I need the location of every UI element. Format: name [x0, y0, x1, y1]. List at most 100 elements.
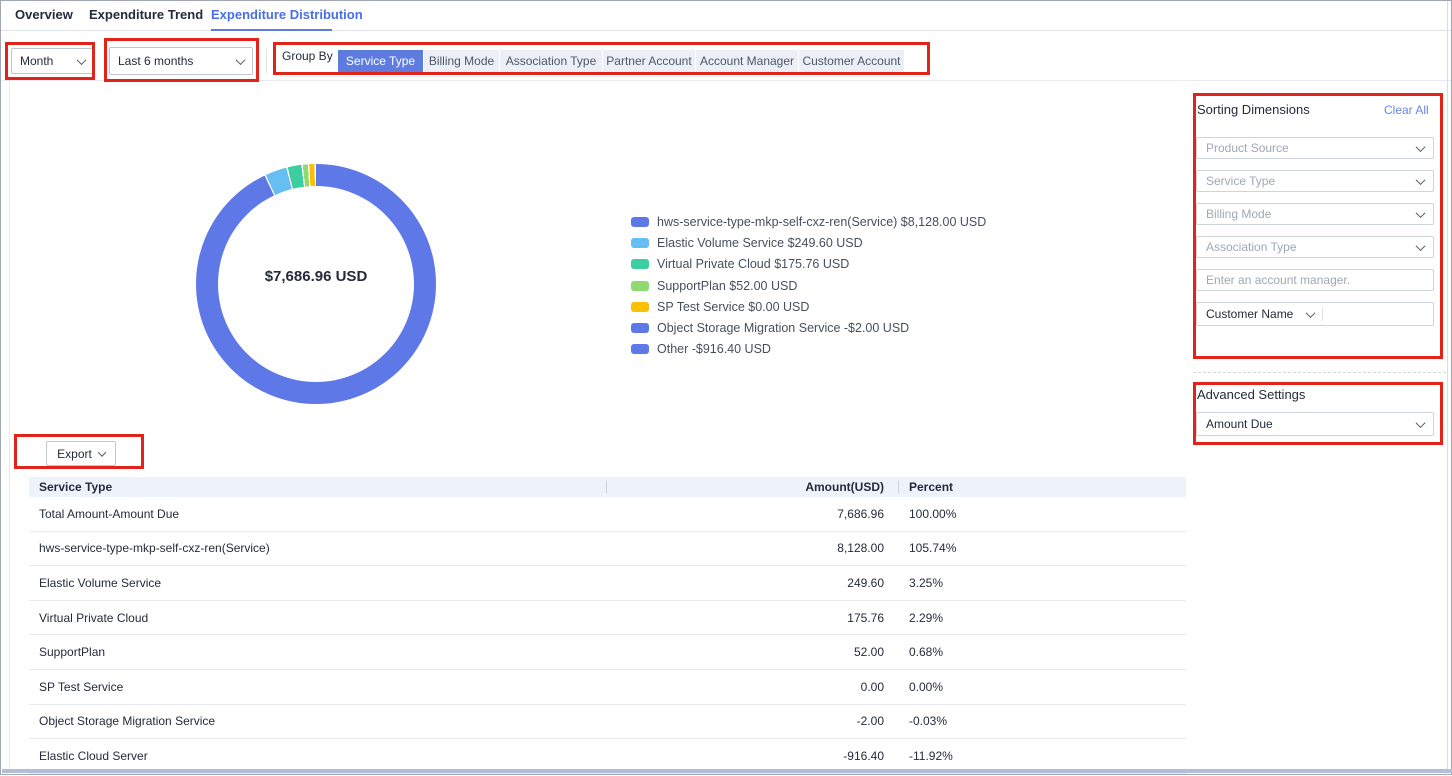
chart-legend: hws-service-type-mkp-self-cxz-ren(Servic…	[631, 211, 986, 360]
cell-percent: 105.74%	[884, 541, 1084, 555]
legend-item[interactable]: Other -$916.40 USD	[631, 339, 986, 360]
legend-label: SP Test Service $0.00 USD	[657, 300, 809, 314]
filter-divider	[266, 49, 267, 73]
legend-swatch	[631, 344, 649, 354]
legend-swatch	[631, 238, 649, 248]
cell-amount: 0.00	[616, 680, 884, 694]
table-row[interactable]: Elastic Cloud Server -916.40 -11.92%	[29, 739, 1186, 774]
tab-bar: Overview Expenditure Trend Expenditure D…	[1, 1, 1451, 31]
cell-service-type: hws-service-type-mkp-self-cxz-ren(Servic…	[29, 541, 616, 555]
cell-service-type: SP Test Service	[29, 680, 616, 694]
legend-label: SupportPlan $52.00 USD	[657, 279, 797, 293]
chevron-down-icon	[77, 55, 87, 65]
legend-item[interactable]: SupportPlan $52.00 USD	[631, 275, 986, 296]
cycle-select[interactable]: Month	[11, 48, 94, 74]
date-range-select[interactable]: Last 6 months	[109, 47, 253, 75]
donut-chart[interactable]: $7,686.96 USD	[196, 164, 436, 404]
amount-type-value: Amount Due	[1206, 417, 1273, 431]
legend-swatch	[631, 281, 649, 291]
legend-swatch	[631, 302, 649, 312]
legend-item[interactable]: hws-service-type-mkp-self-cxz-ren(Servic…	[631, 211, 986, 232]
group-option-association-type[interactable]: Association Type	[500, 50, 602, 72]
scrollbar-track-edge[interactable]	[1447, 1, 1448, 776]
cell-service-type: Elastic Volume Service	[29, 576, 616, 590]
panel-separator	[1193, 372, 1446, 373]
legend-label: hws-service-type-mkp-self-cxz-ren(Servic…	[657, 215, 986, 229]
table-row[interactable]: SupportPlan 52.00 0.68%	[29, 635, 1186, 670]
customer-filter: Customer Name	[1196, 302, 1434, 326]
service-type-select[interactable]: Service Type	[1196, 170, 1434, 192]
tab-expenditure-distribution[interactable]: Expenditure Distribution	[211, 1, 363, 31]
legend-label: Object Storage Migration Service -$2.00 …	[657, 321, 909, 335]
group-option-account-manager[interactable]: Account Manager	[696, 50, 798, 72]
cell-percent: 0.00%	[884, 680, 1084, 694]
tab-expenditure-trend[interactable]: Expenditure Trend	[89, 1, 203, 31]
cell-percent: 3.25%	[884, 576, 1084, 590]
advanced-settings-title: Advanced Settings	[1197, 387, 1305, 402]
legend-item[interactable]: Object Storage Migration Service -$2.00 …	[631, 317, 986, 338]
header-column-divider	[898, 481, 899, 493]
expenditure-distribution-page: Overview Expenditure Trend Expenditure D…	[0, 0, 1452, 775]
group-option-customer-account[interactable]: Customer Account	[799, 50, 904, 72]
expenditure-table: Service Type Amount(USD) Percent Total A…	[29, 477, 1186, 774]
table-row[interactable]: Virtual Private Cloud 175.76 2.29%	[29, 601, 1186, 636]
export-button[interactable]: Export	[46, 441, 116, 466]
billing-mode-select[interactable]: Billing Mode	[1196, 203, 1434, 225]
cell-percent: -11.92%	[884, 749, 1084, 763]
legend-item[interactable]: Elastic Volume Service $249.60 USD	[631, 232, 986, 253]
amount-type-select[interactable]: Amount Due	[1196, 412, 1434, 436]
legend-swatch	[631, 217, 649, 227]
account-manager-input[interactable]	[1206, 273, 1424, 287]
cell-percent: 100.00%	[884, 507, 1084, 521]
column-header-percent[interactable]: Percent	[884, 480, 1084, 494]
column-header-amount[interactable]: Amount(USD)	[616, 480, 884, 494]
table-row[interactable]: Object Storage Migration Service -2.00 -…	[29, 705, 1186, 740]
cycle-select-value: Month	[20, 54, 53, 68]
chevron-down-icon	[1306, 308, 1316, 318]
cell-service-type: Elastic Cloud Server	[29, 749, 616, 763]
legend-item[interactable]: Virtual Private Cloud $175.76 USD	[631, 254, 986, 275]
cell-amount: 8,128.00	[616, 541, 884, 555]
cell-amount: 7,686.96	[616, 507, 884, 521]
group-option-billing-mode[interactable]: Billing Mode	[424, 50, 499, 72]
cell-percent: 0.68%	[884, 645, 1084, 659]
service-type-placeholder: Service Type	[1206, 174, 1275, 188]
table-row[interactable]: SP Test Service 0.00 0.00%	[29, 670, 1186, 705]
sorting-dimensions-title: Sorting Dimensions	[1197, 102, 1310, 117]
cell-service-type: SupportPlan	[29, 645, 616, 659]
cell-amount: -916.40	[616, 749, 884, 763]
chevron-down-icon	[236, 55, 246, 65]
group-option-partner-account[interactable]: Partner Account	[603, 50, 695, 72]
cell-amount: 175.76	[616, 611, 884, 625]
legend-item[interactable]: SP Test Service $0.00 USD	[631, 296, 986, 317]
tab-overview[interactable]: Overview	[15, 1, 73, 31]
column-header-service-type[interactable]: Service Type	[29, 480, 616, 494]
cell-service-type: Total Amount-Amount Due	[29, 507, 616, 521]
cell-service-type: Virtual Private Cloud	[29, 611, 616, 625]
chevron-down-icon	[1416, 175, 1426, 185]
legend-label: Other -$916.40 USD	[657, 342, 771, 356]
customer-filter-divider	[1322, 307, 1323, 321]
donut-center-total: $7,686.96 USD	[196, 268, 436, 285]
cell-percent: 2.29%	[884, 611, 1084, 625]
cell-amount: -2.00	[616, 714, 884, 728]
table-row[interactable]: hws-service-type-mkp-self-cxz-ren(Servic…	[29, 532, 1186, 567]
legend-label: Virtual Private Cloud $175.76 USD	[657, 257, 849, 271]
content-border	[9, 81, 10, 772]
legend-label: Elastic Volume Service $249.60 USD	[657, 236, 863, 250]
customer-filter-type-select[interactable]: Customer Name	[1206, 307, 1293, 321]
customer-name-input[interactable]	[1331, 307, 1424, 321]
table-header-row: Service Type Amount(USD) Percent	[29, 477, 1186, 497]
chevron-down-icon	[1416, 208, 1426, 218]
table-row[interactable]: Total Amount-Amount Due 7,686.96 100.00%	[29, 497, 1186, 532]
association-type-placeholder: Association Type	[1206, 240, 1297, 254]
product-source-select[interactable]: Product Source	[1196, 137, 1434, 159]
group-option-service-type[interactable]: Service Type	[338, 50, 423, 72]
chevron-down-icon	[98, 448, 106, 456]
billing-mode-placeholder: Billing Mode	[1206, 207, 1271, 221]
table-row[interactable]: Elastic Volume Service 249.60 3.25%	[29, 566, 1186, 601]
account-manager-field	[1196, 269, 1434, 291]
cell-service-type: Object Storage Migration Service	[29, 714, 616, 728]
association-type-select[interactable]: Association Type	[1196, 236, 1434, 258]
clear-all-link[interactable]: Clear All	[1384, 103, 1429, 117]
